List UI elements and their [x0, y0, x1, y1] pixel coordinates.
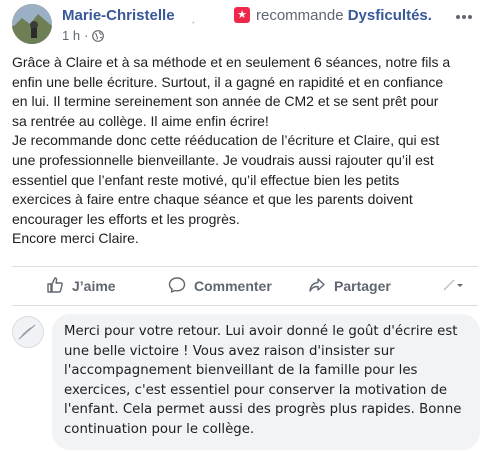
divider-top [12, 266, 478, 267]
more-options-icon[interactable] [452, 10, 476, 24]
share-button[interactable]: Partager [308, 270, 391, 302]
comment-line: une belle victoire ! Vous avez raison d'… [64, 343, 395, 359]
page-link[interactable]: Dysficultés. [348, 7, 432, 24]
like-label: J’aime [72, 278, 116, 294]
post-line: Grâce à Claire et à sa méthode et en seu… [12, 54, 451, 70]
post-meta: 1 h · [62, 28, 105, 43]
comment-button[interactable]: Commenter [168, 270, 272, 302]
post-line: Encore merci Claire. [12, 230, 139, 247]
share-label: Partager [334, 278, 391, 294]
audience-avatar-icon [442, 276, 472, 297]
like-button[interactable]: J’aime [46, 270, 116, 302]
post-line: enfin une belle écriture. Surtout, il a … [12, 73, 444, 90]
author-avatar[interactable] [12, 4, 52, 44]
post-line: une professionnelle bienveillante. Je vo… [12, 151, 434, 168]
divider-bottom [12, 305, 478, 306]
comment-line: Merci pour votre retour. Lui avoir donné… [64, 324, 458, 339]
thumbs-up-icon [46, 276, 72, 297]
reaction-audience-selector[interactable] [442, 270, 472, 302]
comment-line: continuation pour le collège. [64, 421, 255, 437]
post-line: exercices à faire entre chaque séance et… [12, 191, 413, 208]
comment-line: l'enfant. Cela permet aussi des progrès … [64, 402, 462, 418]
post-line: Je recommande donc cette rééducation de … [12, 132, 440, 149]
meta-separator: · [84, 28, 89, 43]
comment-bubble-icon [168, 276, 194, 297]
recommends-text: recommande [256, 7, 344, 24]
comment-line: exercices, c'est essentiel pour conserve… [64, 382, 448, 398]
post-line: en lui. Il termine sereinement son année… [12, 93, 439, 110]
comment-label: Commenter [194, 278, 272, 294]
post-time[interactable]: 1 h [62, 28, 80, 43]
post-card: Marie-Christelle ˏ ★ recommande Dysficul… [0, 0, 490, 451]
recommendation-line: recommande Dysficultés. [256, 7, 432, 24]
commenter-avatar[interactable] [12, 316, 44, 348]
post-line: encourager les efforts et les progrès. [12, 210, 240, 227]
action-bar: J’aime Commenter Partager [12, 270, 482, 302]
post-line: essentiel que l’enfant reste motivé, qu’… [12, 171, 400, 188]
post-header: Marie-Christelle ˏ ★ recommande Dysficul… [0, 0, 490, 48]
post-line: sa rentrée au collège. Il aime enfin écr… [12, 112, 269, 129]
comment-bubble: Merci pour votre retour. Lui avoir donné… [52, 314, 480, 450]
globe-icon[interactable] [92, 29, 105, 42]
author-name[interactable]: Marie-Christelle [62, 7, 175, 24]
post-text: Grâce à Claire et à sa méthode et en seu… [12, 53, 482, 249]
comment-line: l'accompagnement bienveillant de la fami… [64, 363, 418, 379]
star-icon: ★ [234, 7, 250, 23]
share-arrow-icon [308, 276, 334, 297]
author-suffix: ˏ [191, 10, 195, 24]
